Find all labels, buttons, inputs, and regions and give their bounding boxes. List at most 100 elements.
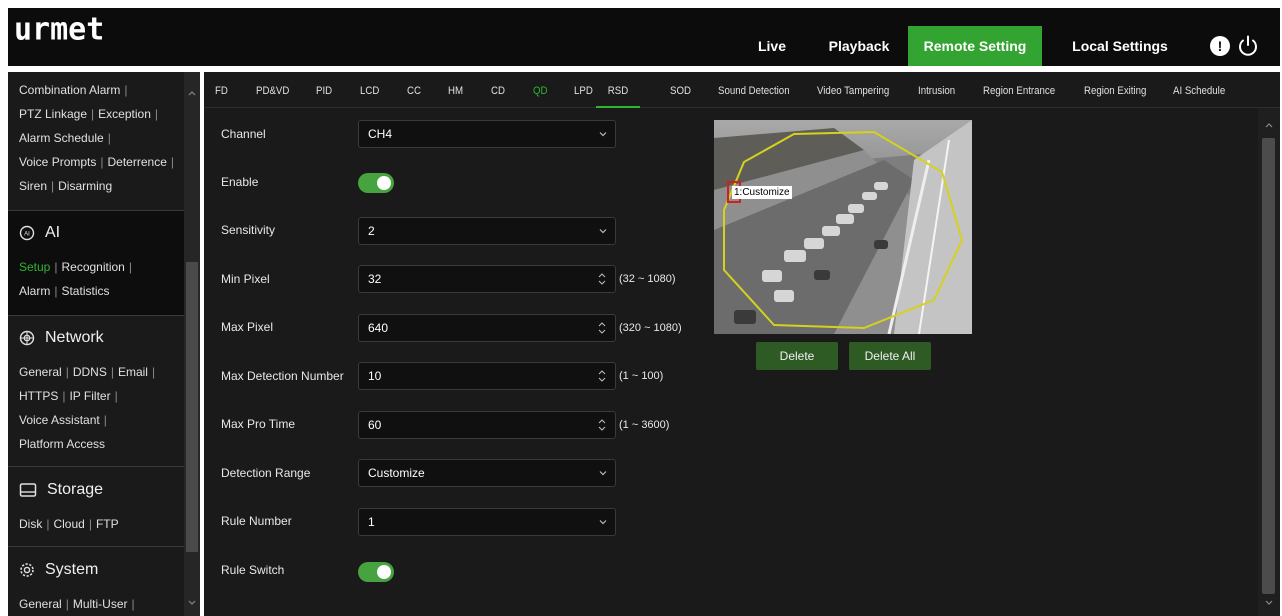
- min-pixel-label: Min Pixel: [221, 272, 270, 286]
- sidebar-scrollbar-thumb[interactable]: [186, 262, 198, 552]
- detection-tabs: FD PD&VD PID LCD CC HM CD QD LPD RSD SOD…: [204, 72, 1280, 108]
- tab-fd[interactable]: FD: [215, 72, 228, 108]
- sidebar-item-voice-prompts[interactable]: Voice Prompts: [19, 155, 96, 169]
- tab-lcd[interactable]: LCD: [360, 72, 379, 108]
- sidebar-heading-storage-label: Storage: [47, 481, 104, 498]
- chevron-down-icon[interactable]: [187, 598, 197, 608]
- tab-sod[interactable]: SOD: [670, 72, 691, 108]
- sidebar-item-recognition[interactable]: Recognition: [61, 260, 124, 274]
- enable-toggle[interactable]: [358, 173, 394, 193]
- max-pro-time-stepper[interactable]: 60: [358, 411, 616, 439]
- tab-lpd[interactable]: LPD: [574, 72, 593, 108]
- main-panel: FD PD&VD PID LCD CC HM CD QD LPD RSD SOD…: [204, 72, 1280, 616]
- chevron-up-icon[interactable]: [1264, 120, 1274, 130]
- sidebar-item-deterrence[interactable]: Deterrence: [108, 155, 167, 169]
- tab-video-tampering[interactable]: Video Tampering: [817, 72, 889, 108]
- min-pixel-stepper[interactable]: 32: [358, 265, 616, 293]
- chevron-up-icon[interactable]: [187, 88, 197, 98]
- channel-select[interactable]: CH4: [358, 120, 616, 148]
- sidebar-item-general[interactable]: General: [19, 365, 62, 379]
- toggle-knob: [377, 176, 391, 190]
- sidebar-item-disarming[interactable]: Disarming: [58, 179, 112, 193]
- sidebar-item-email[interactable]: Email: [118, 365, 148, 379]
- nav-remote-setting[interactable]: Remote Setting: [908, 26, 1042, 66]
- power-icon[interactable]: [1236, 34, 1260, 58]
- sidebar-item-https[interactable]: HTTPS: [19, 389, 58, 403]
- tab-rsd[interactable]: RSD: [596, 72, 640, 108]
- nav-local-settings[interactable]: Local Settings: [1055, 26, 1185, 66]
- spinner-icon[interactable]: [597, 415, 607, 435]
- sidebar-item-ddns[interactable]: DDNS: [73, 365, 107, 379]
- delete-button[interactable]: Delete: [756, 342, 838, 370]
- sidebar-item-ftp[interactable]: FTP: [96, 517, 119, 531]
- gear-icon: [20, 563, 34, 577]
- detection-range-label: Detection Range: [221, 466, 311, 480]
- tab-region-exiting[interactable]: Region Exiting: [1084, 72, 1146, 108]
- camera-preview[interactable]: 1:Customize: [714, 120, 972, 334]
- spinner-icon[interactable]: [597, 318, 607, 338]
- storage-icon: [19, 483, 37, 497]
- tab-sound-detection[interactable]: Sound Detection: [718, 72, 790, 108]
- tab-intrusion[interactable]: Intrusion: [918, 72, 955, 108]
- max-detection-label: Max Detection Number: [221, 369, 344, 383]
- max-pixel-value: 640: [368, 321, 389, 335]
- rule-switch-toggle[interactable]: [358, 562, 394, 582]
- sidebar-heading-system[interactable]: System: [8, 548, 184, 592]
- tab-ai-schedule[interactable]: AI Schedule: [1173, 72, 1225, 108]
- sidebar-section-system: System General | Multi-User |: [8, 548, 184, 616]
- detection-range-value: Customize: [368, 466, 425, 480]
- max-detection-range: (1 ~ 100): [619, 370, 664, 382]
- sidebar-item-statistics[interactable]: Statistics: [61, 284, 109, 298]
- tab-cd[interactable]: CD: [491, 72, 505, 108]
- spinner-icon[interactable]: [597, 366, 607, 386]
- chevron-down-icon[interactable]: [1264, 598, 1274, 608]
- alert-icon[interactable]: !: [1210, 36, 1230, 56]
- sidebar-item-disk[interactable]: Disk: [19, 517, 42, 531]
- sidebar-item-alarm-schedule[interactable]: Alarm Schedule: [19, 131, 104, 145]
- sensitivity-label: Sensitivity: [221, 223, 276, 237]
- svg-text:AI: AI: [24, 232, 30, 238]
- max-pro-time-label: Max Pro Time: [221, 417, 296, 431]
- detection-range-select[interactable]: Customize: [358, 459, 616, 487]
- max-pixel-stepper[interactable]: 640: [358, 314, 616, 342]
- sidebar-divider: [8, 546, 184, 547]
- sidebar-item-cloud[interactable]: Cloud: [53, 517, 84, 531]
- sidebar-item-exception[interactable]: Exception: [98, 107, 151, 121]
- max-detection-stepper[interactable]: 10: [358, 362, 616, 390]
- sidebar-heading-network[interactable]: Network: [8, 316, 184, 360]
- tab-pid[interactable]: PID: [316, 72, 332, 108]
- rule-number-value: 1: [368, 515, 375, 529]
- max-pixel-range: (320 ~ 1080): [619, 322, 682, 334]
- sidebar-section-storage: Storage Disk | Cloud | FTP: [8, 468, 184, 536]
- sidebar-item-setup[interactable]: Setup: [19, 260, 50, 274]
- sidebar-item-ptz-linkage[interactable]: PTZ Linkage: [19, 107, 87, 121]
- sidebar-item-multi-user[interactable]: Multi-User: [73, 597, 128, 611]
- max-pro-time-value: 60: [368, 418, 382, 432]
- sidebar-item-siren[interactable]: Siren: [19, 179, 47, 193]
- sidebar-item-system-general[interactable]: General: [19, 597, 62, 611]
- max-pro-time-range: (1 ~ 3600): [619, 419, 670, 431]
- main-scrollbar-thumb[interactable]: [1262, 138, 1275, 594]
- sensitivity-select[interactable]: 2: [358, 217, 616, 245]
- sidebar-item-ip-filter[interactable]: IP Filter: [69, 389, 110, 403]
- tab-pdvd[interactable]: PD&VD: [256, 72, 289, 108]
- toggle-knob: [377, 565, 391, 579]
- chevron-down-icon: [599, 132, 607, 137]
- sidebar-item-combination-alarm[interactable]: Combination Alarm: [19, 83, 120, 97]
- sidebar-item-alarm[interactable]: Alarm: [19, 284, 50, 298]
- nav-playback[interactable]: Playback: [814, 26, 904, 66]
- spinner-icon[interactable]: [597, 269, 607, 289]
- tab-hm[interactable]: HM: [448, 72, 463, 108]
- roi-label: 1:Customize: [732, 186, 792, 199]
- sidebar-heading-storage[interactable]: Storage: [8, 468, 184, 512]
- sidebar-item-platform-access[interactable]: Platform Access: [19, 437, 105, 451]
- urmet-logo: urmet: [14, 11, 105, 48]
- rule-number-select[interactable]: 1: [358, 508, 616, 536]
- nav-live[interactable]: Live: [743, 26, 801, 66]
- tab-cc[interactable]: CC: [407, 72, 421, 108]
- delete-all-button[interactable]: Delete All: [849, 342, 931, 370]
- sidebar-item-voice-assistant[interactable]: Voice Assistant: [19, 413, 100, 427]
- tab-region-entrance[interactable]: Region Entrance: [983, 72, 1055, 108]
- tab-qd[interactable]: QD: [533, 72, 548, 108]
- sidebar-heading-ai[interactable]: AI AI: [8, 211, 184, 255]
